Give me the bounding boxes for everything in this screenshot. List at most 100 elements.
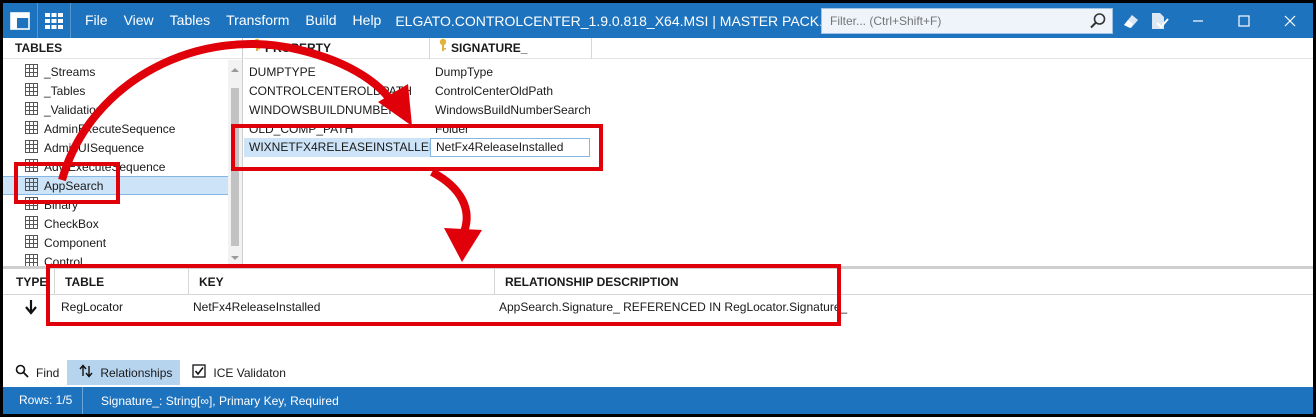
column-header-type[interactable]: TYPE [3,268,55,295]
tables-pane: TABLES _Streams _Tables _Validation AdminEx… [3,38,243,266]
cell-property[interactable]: OLD_COMP_PATH [244,122,430,136]
cell-signature[interactable]: WindowsBuildNumberSearch [430,103,590,117]
cell-signature[interactable]: NetFx4ReleaseInstalled [430,138,590,157]
table-list-item[interactable]: AdminUISequence [3,138,228,157]
apply-document-icon[interactable] [1149,11,1169,34]
table-list-item[interactable]: Binary [3,195,228,214]
table-icon [25,215,38,232]
cell-signature[interactable]: Folder [430,122,590,136]
relationship-description: AppSearch.Signature_ REFERENCED IN RegLo… [499,300,848,314]
menu-view[interactable]: View [116,3,162,38]
search-icon [15,364,29,381]
grid-row[interactable]: WINDOWSBUILDNUMBER WindowsBuildNumberSear… [244,100,1313,119]
column-header-description[interactable]: RELATIONSHIP DESCRIPTION [495,269,835,295]
table-icon [25,82,38,99]
grid-row[interactable]: WIXNETFX4RELEASEINSTALLED NetFx4ReleaseIn… [244,138,1313,157]
relationships-header: TYPE TABLE KEY RELATIONSHIP DESCRIPTION [3,268,1313,295]
maximize-icon[interactable] [1221,3,1267,38]
table-icon [25,177,38,194]
column-header-property[interactable]: PROPERTY [244,38,430,59]
menu-file[interactable]: File [77,3,116,38]
table-list-item-label: AdminUISequence [44,140,145,155]
cell-property[interactable]: CONTROLCENTEROLDPATH [244,84,430,98]
cell-property[interactable]: DUMPTYPE [244,65,430,79]
close-icon[interactable] [1267,3,1313,38]
table-list-item[interactable]: AdminExecuteSequence [3,119,228,138]
table-list-item[interactable]: _Tables [3,81,228,100]
search-icon[interactable] [1089,12,1107,33]
table-list-item-label: AdminExecuteSequence [44,121,176,136]
scrollbar-thumb[interactable] [231,88,239,246]
column-header-label: PROPERTY [265,41,332,55]
table-list-item-label: Binary [44,197,79,212]
arrow-down-icon [3,299,55,315]
table-list-item-label: _Streams [44,64,96,79]
table-icon [25,196,38,213]
window-controls [1175,3,1313,38]
primary-key-icon [438,38,448,59]
table-icon [25,120,38,137]
cell-signature[interactable]: ControlCenterOldPath [430,84,590,98]
tables-grid-icon[interactable] [37,3,71,38]
status-bar: Rows: 1/5 Signature_: String[∞], Primary… [3,387,1313,414]
bottom-tabs: Find Relationships ICE Validaton [3,360,294,385]
grid-row[interactable]: OLD_COMP_PATH Folder [244,119,1313,138]
column-header-table[interactable]: TABLE [55,268,189,295]
grid-rows: DUMPTYPE DumpType CONTROLCENTEROLDPATH Cont… [244,59,1313,157]
cell-property[interactable]: WIXNETFX4RELEASEINSTALLED [244,138,430,157]
tab-ice-validation[interactable]: ICE Validaton [180,360,294,385]
tab-find[interactable]: Find [3,360,67,385]
minimize-icon[interactable] [1175,3,1221,38]
app-logo-icon[interactable] [3,3,37,38]
column-header-label: SIGNATURE_ [451,41,528,55]
menu-help[interactable]: Help [345,3,390,38]
grid-row[interactable]: CONTROLCENTEROLDPATH ControlCenterOldPath [244,81,1313,100]
menu-bar: File View Tables Transform Build Help [77,3,389,38]
tab-label: ICE Validaton [213,365,286,380]
filter-field[interactable] [821,8,1113,34]
tab-relationships[interactable]: Relationships [67,360,181,385]
table-list-item-label: AdvtExecuteSequence [44,159,166,174]
table-list-item-label: _Tables [44,83,86,98]
tables-header: TABLES [3,38,242,59]
menu-transform[interactable]: Transform [218,3,297,38]
status-column-info: Signature_: String[∞], Primary Key, Requ… [101,393,339,408]
swap-arrows-icon [79,364,93,381]
table-icon [25,63,38,80]
filter-input[interactable] [822,14,1082,28]
checkbox-checked-icon [192,364,207,381]
cell-property[interactable]: WINDOWSBUILDNUMBER [244,103,430,117]
grid-header: PROPERTY SIGNATURE_ [244,38,1313,59]
eraser-icon[interactable] [1121,11,1141,34]
relationship-row[interactable]: RegLocator NetFx4ReleaseInstalled AppSea… [3,295,1313,319]
menu-tables[interactable]: Tables [162,3,218,38]
table-list-item[interactable]: Component [3,233,228,252]
tables-scrollbar[interactable] [228,60,242,266]
table-icon [25,101,38,118]
table-list-item[interactable]: AppSearch [3,176,228,195]
scroll-down-icon[interactable] [230,250,240,264]
grid-row[interactable]: DUMPTYPE DumpType [244,62,1313,81]
column-header-key[interactable]: KEY [189,268,495,295]
table-list-item-label: Component [44,235,107,250]
table-list-item[interactable]: CheckBox [3,214,228,233]
cell-signature[interactable]: DumpType [430,65,590,79]
table-list-item-label: Control [44,254,83,267]
relationship-table: RegLocator [61,300,124,314]
table-list-item[interactable]: AdvtExecuteSequence [3,157,228,176]
scroll-up-icon[interactable] [230,62,240,76]
menu-build[interactable]: Build [297,3,344,38]
table-icon [25,253,38,266]
table-list-item[interactable]: _Validation [3,100,228,119]
app-window: File View Tables Transform Build Help EL… [3,3,1313,414]
table-list-item-label: AppSearch [44,178,104,193]
primary-key-icon [252,38,262,59]
table-list-item-label: _Validation [44,102,103,117]
table-list-item-label: CheckBox [44,216,99,231]
table-list-item[interactable]: _Streams [3,62,228,81]
relationship-key: NetFx4ReleaseInstalled [193,300,321,314]
relationships-pane: TYPE TABLE KEY RELATIONSHIP DESCRIPTION … [3,268,1313,363]
table-list-item[interactable]: Control [3,252,228,266]
column-header-signature[interactable]: SIGNATURE_ [430,38,592,59]
title-bar: File View Tables Transform Build Help EL… [3,3,1313,38]
